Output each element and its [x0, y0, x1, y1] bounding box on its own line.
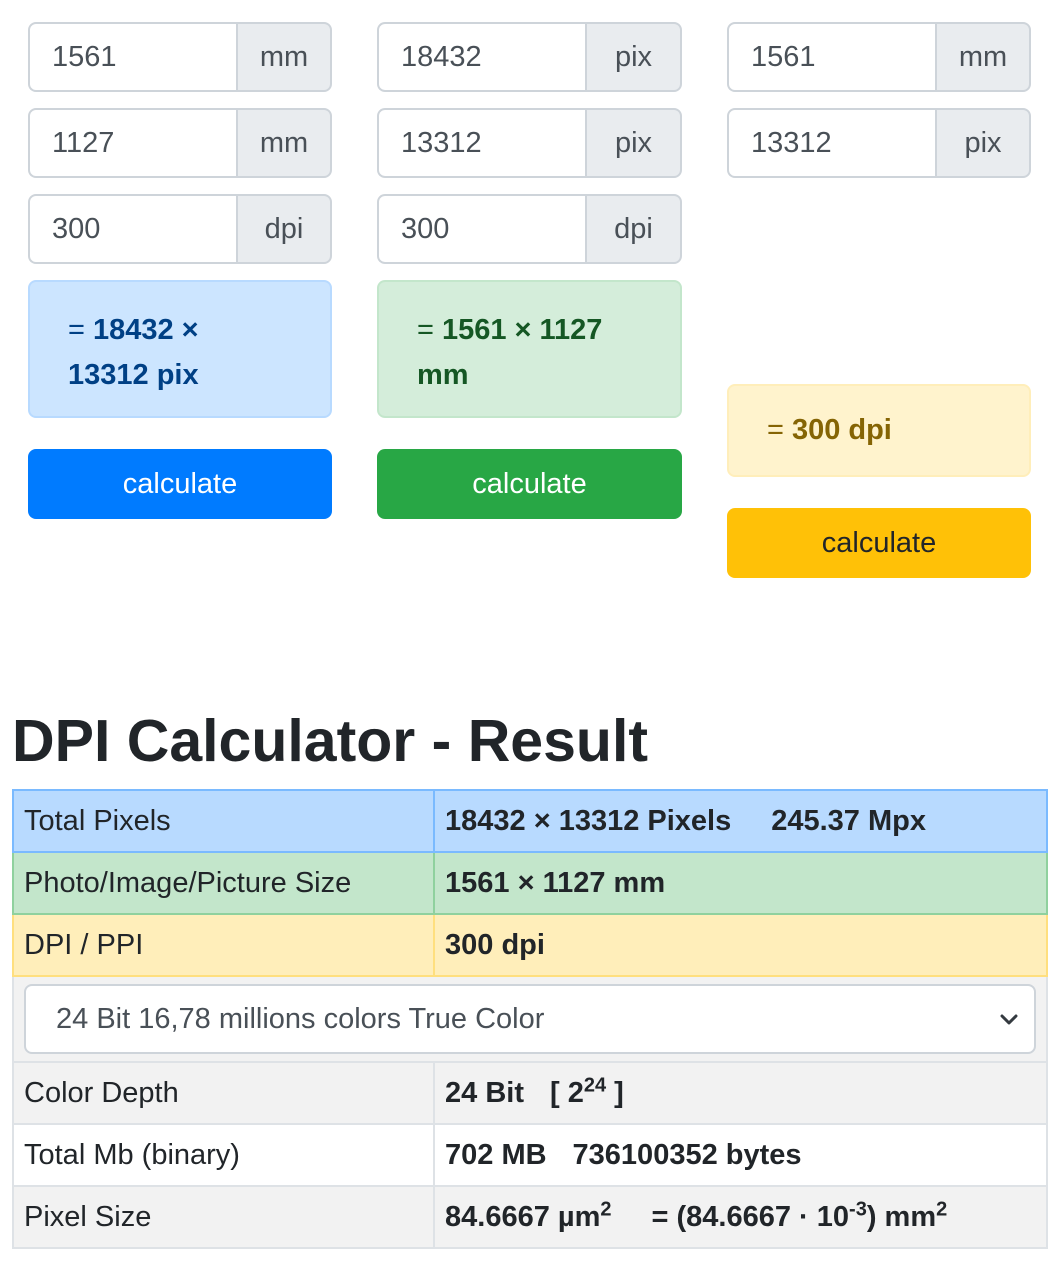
unit-label-pix: pix [585, 22, 682, 92]
height-pix-input[interactable] [377, 108, 585, 178]
table-row: Color Depth 24 Bit [ 224 ] [12, 1061, 1048, 1125]
image-size-value: 1561 × 1127 mm [433, 851, 1048, 915]
unit-label-mm: mm [935, 22, 1031, 92]
total-mb-value: 702 MB 736100352 bytes [433, 1123, 1048, 1187]
length-mm-group: mm [727, 22, 1031, 92]
pixel-size-mm-exponent: 2 [936, 1197, 948, 1220]
image-size-label: Photo/Image/Picture Size [12, 851, 435, 915]
pixels-input[interactable] [727, 108, 935, 178]
unit-label-mm: mm [236, 108, 332, 178]
pixel-size-value: 84.6667 µm2 = (84.6667 · 10-3) mm2 [433, 1185, 1048, 1249]
pixels-result-line1: 18432 × [92, 314, 199, 346]
width-pix-group: pix [377, 22, 682, 92]
total-mb-label: Total Mb (binary) [12, 1123, 435, 1187]
table-row: Total Pixels 18432 × 13312 Pixels 245.37 … [12, 789, 1048, 853]
size-result-line2: mm [417, 359, 469, 391]
color-depth-bracket-close: ] [606, 1076, 624, 1109]
unit-label-pix: pix [585, 108, 682, 178]
pixels-calculator: mm mm dpi =18432 × 13312 pix calculate [28, 22, 332, 519]
width-pix-input[interactable] [377, 22, 585, 92]
unit-label-mm: mm [236, 22, 332, 92]
width-mm-group: mm [28, 22, 332, 92]
pixel-size-label: Pixel Size [12, 1185, 435, 1249]
pixels-result-line2: 13312 pix [68, 359, 199, 391]
equals-sign: = [68, 314, 85, 346]
calculate-dpi-button[interactable]: calculate [727, 508, 1031, 578]
unit-label-pix: pix [935, 108, 1031, 178]
pixel-size-power-exponent: -3 [849, 1197, 867, 1220]
total-pixels-value: 18432 × 13312 Pixels 245.37 Mpx [433, 789, 1048, 853]
dpi-group: dpi [28, 194, 332, 264]
chevron-down-icon [1000, 1014, 1018, 1025]
table-row: Pixel Size 84.6667 µm2 = (84.6667 · 10-3)… [12, 1185, 1048, 1249]
width-mm-input[interactable] [28, 22, 236, 92]
result-table: Total Pixels 18432 × 13312 Pixels 245.37 … [12, 789, 1048, 1249]
pixel-size-um: 84.6667 µm [445, 1200, 601, 1233]
total-pixels-dimensions: 18432 × 13312 Pixels [445, 804, 732, 837]
dpi-group: dpi [377, 194, 682, 264]
dpi-calculator: mm pix =300 dpi calculate [727, 22, 1031, 578]
table-row: 24 Bit 16,78 millions colors True Color [12, 975, 1048, 1063]
dpi-value: 300 dpi [433, 913, 1048, 977]
length-mm-input[interactable] [727, 22, 935, 92]
result-title: DPI Calculator - Result [12, 708, 649, 774]
dpi-label: DPI / PPI [12, 913, 435, 977]
color-depth-select-value: 24 Bit 16,78 millions colors True Color [56, 1002, 545, 1035]
total-pixels-label: Total Pixels [12, 789, 435, 853]
size-result-box: = 1561 × 1127 mm [377, 280, 682, 418]
equals-sign: = [767, 414, 784, 446]
calculate-pixels-button[interactable]: calculate [28, 449, 332, 519]
pixel-size-um-exponent: 2 [600, 1197, 612, 1220]
total-bytes: 736100352 bytes [572, 1138, 802, 1171]
total-mb: 702 MB [445, 1138, 547, 1171]
height-pix-group: pix [377, 108, 682, 178]
equals-sign: = [417, 314, 434, 346]
height-mm-input[interactable] [28, 108, 236, 178]
unit-label-dpi: dpi [236, 194, 332, 264]
dpi-result: 300 dpi [791, 414, 892, 446]
color-depth-bits: 24 Bit [445, 1076, 524, 1109]
pixel-size-mm-unit: ) mm [866, 1200, 937, 1233]
pixels-group: pix [727, 108, 1031, 178]
color-depth-select[interactable]: 24 Bit 16,78 millions colors True Color [24, 984, 1036, 1054]
calculate-size-button[interactable]: calculate [377, 449, 682, 519]
table-row: DPI / PPI 300 dpi [12, 913, 1048, 977]
height-mm-group: mm [28, 108, 332, 178]
color-depth-exponent: 24 [583, 1073, 607, 1096]
pixel-size-mm-expression: = (84.6667 · 10 [651, 1200, 850, 1233]
dpi-result-box: = 300 dpi [727, 384, 1031, 477]
size-result-line1: 1561 × 1127 [441, 314, 603, 346]
pixels-result-box: = 18432 × 13312 pix [28, 280, 332, 418]
color-select-cell: 24 Bit 16,78 millions colors True Color [12, 975, 1048, 1063]
color-depth-value: 24 Bit [ 224 ] [433, 1061, 1048, 1125]
color-depth-bracket-open: [ 2 [549, 1076, 584, 1109]
dpi-input[interactable] [377, 194, 585, 264]
total-pixels-mpx: 245.37 Mpx [771, 804, 926, 837]
color-depth-label: Color Depth [12, 1061, 435, 1125]
size-calculator: pix pix dpi =1561 × 1127 mm calculate [377, 22, 682, 519]
dpi-input[interactable] [28, 194, 236, 264]
unit-label-dpi: dpi [585, 194, 682, 264]
table-row: Total Mb (binary) 702 MB 736100352 bytes [12, 1123, 1048, 1187]
table-row: Photo/Image/Picture Size 1561 × 1127 mm [12, 851, 1048, 915]
